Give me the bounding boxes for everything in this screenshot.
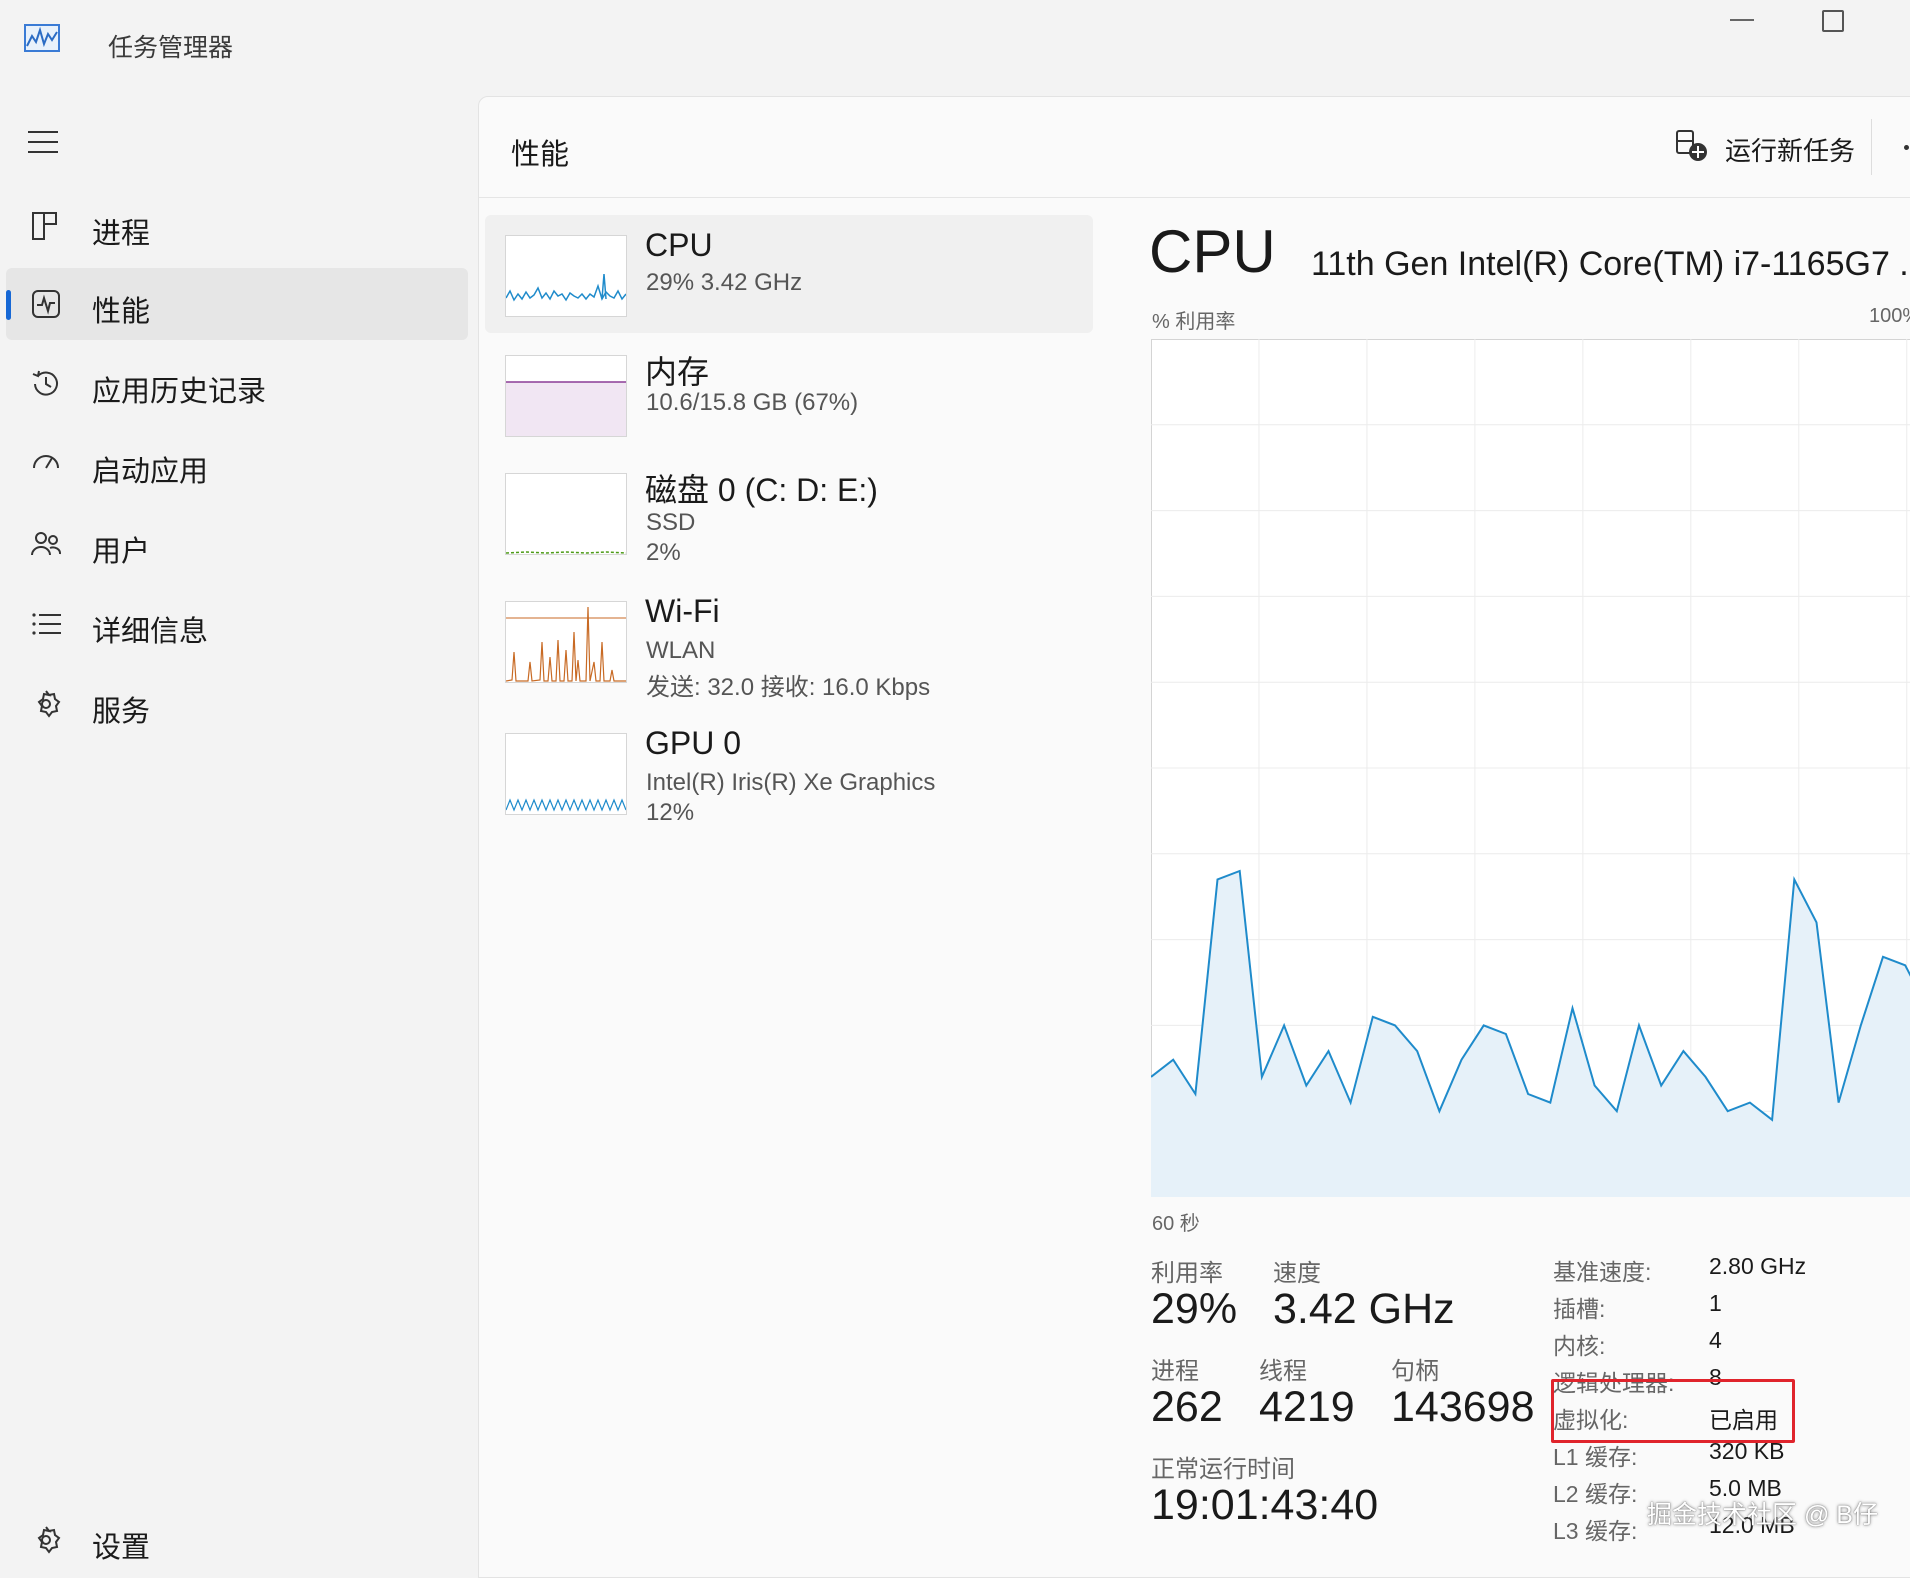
device-sub: Intel(R) Iris(R) Xe Graphics — [646, 769, 935, 797]
watermark: 掘金技术社区 @ B仔 — [1647, 1495, 1878, 1531]
utilization-label: 利用率 — [1151, 1253, 1223, 1288]
maximize-icon[interactable] — [1822, 10, 1844, 32]
device-memory[interactable]: 内存 10.6/15.8 GB (67%) — [485, 335, 1093, 453]
y-axis-label: % 利用率 — [1152, 305, 1235, 334]
device-name: CPU — [645, 227, 713, 264]
y-axis-max-label: 100% — [1869, 305, 1910, 328]
detail-title: CPU — [1149, 217, 1276, 286]
sidebar-item-settings[interactable]: 设置 — [6, 1504, 468, 1576]
memory-thumbnail-graph — [505, 355, 627, 437]
device-name: Wi-Fi — [645, 593, 720, 630]
device-sub: 29% 3.42 GHz — [646, 269, 802, 297]
sidebar-item-startup[interactable]: 启动应用 — [6, 428, 468, 500]
handles-label: 句柄 — [1391, 1351, 1439, 1386]
minimize-icon[interactable] — [1730, 18, 1754, 22]
spec-key: L2 缓存: — [1553, 1475, 1637, 1509]
sidebar-item-services[interactable]: 服务 — [6, 668, 468, 740]
history-icon — [30, 368, 62, 400]
sidebar-item-label: 用户 — [92, 528, 150, 570]
wifi-thumbnail-graph — [505, 601, 627, 683]
cpu-usage-chart — [1151, 339, 1910, 1197]
speed-value: 3.42 GHz — [1273, 1285, 1455, 1334]
sidebar-item-performance[interactable]: 性能 — [6, 268, 468, 340]
spec-key: 基准速度: — [1553, 1253, 1651, 1287]
app-title: 任务管理器 — [108, 28, 233, 64]
sidebar-item-label: 应用历史记录 — [92, 368, 266, 410]
hamburger-icon[interactable] — [28, 128, 62, 156]
sidebar-item-processes[interactable]: 进程 — [6, 190, 468, 262]
virtualization-highlight-box — [1551, 1379, 1795, 1443]
speed-label: 速度 — [1273, 1253, 1321, 1288]
sidebar-item-label: 进程 — [92, 210, 150, 252]
cpu-thumbnail-graph — [505, 235, 627, 317]
spec-value: 2.80 GHz — [1709, 1253, 1806, 1280]
run-task-label: 运行新任务 — [1725, 131, 1855, 168]
sidebar-item-label: 服务 — [92, 688, 150, 730]
spec-value: 4 — [1709, 1327, 1722, 1354]
uptime-label: 正常运行时间 — [1151, 1449, 1295, 1484]
header-divider — [1871, 119, 1872, 175]
cpu-model: 11th Gen Intel(R) Core(TM) i7-1165G7 . — [1311, 245, 1909, 284]
performance-icon — [30, 288, 62, 320]
title-bar: 任务管理器 — [0, 0, 1910, 90]
sidebar-item-label: 详细信息 — [92, 608, 208, 650]
device-gpu[interactable]: GPU 0 Intel(R) Iris(R) Xe Graphics 12% — [485, 713, 1093, 831]
sidebar-item-details[interactable]: 详细信息 — [6, 588, 468, 660]
spec-key: L3 缓存: — [1553, 1512, 1637, 1546]
sidebar-item-label: 启动应用 — [92, 448, 208, 490]
device-sub: SSD — [646, 509, 695, 537]
device-sub: 2% — [646, 539, 681, 567]
device-wifi[interactable]: Wi-Fi WLAN 发送: 32.0 接收: 16.0 Kbps — [485, 581, 1093, 699]
processes-label: 进程 — [1151, 1351, 1199, 1386]
spec-key: 插槽: — [1553, 1290, 1605, 1324]
task-manager-icon — [24, 24, 60, 52]
gpu-thumbnail-graph — [505, 733, 627, 815]
threads-value: 4219 — [1259, 1383, 1355, 1432]
processes-icon — [30, 210, 62, 242]
run-task-icon — [1675, 129, 1709, 163]
active-indicator — [6, 290, 11, 320]
device-sub: 12% — [646, 799, 694, 827]
device-name: 内存 — [645, 347, 709, 393]
users-icon — [30, 528, 62, 560]
details-list-icon — [30, 608, 62, 640]
spec-key: 内核: — [1553, 1327, 1605, 1361]
device-cpu[interactable]: CPU 29% 3.42 GHz — [485, 215, 1093, 333]
gear-icon — [30, 1524, 62, 1556]
spec-key: L1 缓存: — [1553, 1438, 1637, 1472]
page-title: 性能 — [511, 131, 569, 173]
device-name: GPU 0 — [645, 725, 741, 762]
handles-value: 143698 — [1391, 1383, 1535, 1432]
uptime-value: 19:01:43:40 — [1151, 1481, 1378, 1530]
threads-label: 线程 — [1259, 1351, 1307, 1386]
settings-label: 设置 — [92, 1524, 150, 1566]
device-sub: WLAN — [646, 637, 715, 665]
device-sub: 发送: 32.0 接收: 16.0 Kbps — [646, 667, 930, 702]
x-axis-label: 60 秒 — [1152, 1207, 1200, 1236]
device-disk[interactable]: 磁盘 0 (C: D: E:) SSD 2% — [485, 453, 1093, 571]
main-panel: 性能 运行新任务 CPU 29% 3.42 GHz 内存 10.6 — [478, 96, 1910, 1578]
device-name: 磁盘 0 (C: D: E:) — [645, 465, 878, 511]
sidebar-item-users[interactable]: 用户 — [6, 508, 468, 580]
spec-value: 1 — [1709, 1290, 1722, 1317]
sidebar-item-label: 性能 — [92, 288, 150, 330]
services-icon — [30, 688, 62, 720]
device-sub: 10.6/15.8 GB (67%) — [646, 389, 858, 417]
page-header: 性能 运行新任务 — [479, 97, 1910, 198]
sidebar-item-app-history[interactable]: 应用历史记录 — [6, 348, 468, 420]
startup-icon — [30, 448, 62, 480]
disk-thumbnail-graph — [505, 473, 627, 555]
utilization-value: 29% — [1151, 1285, 1237, 1334]
more-options-icon[interactable] — [1904, 145, 1909, 150]
processes-value: 262 — [1151, 1383, 1223, 1432]
